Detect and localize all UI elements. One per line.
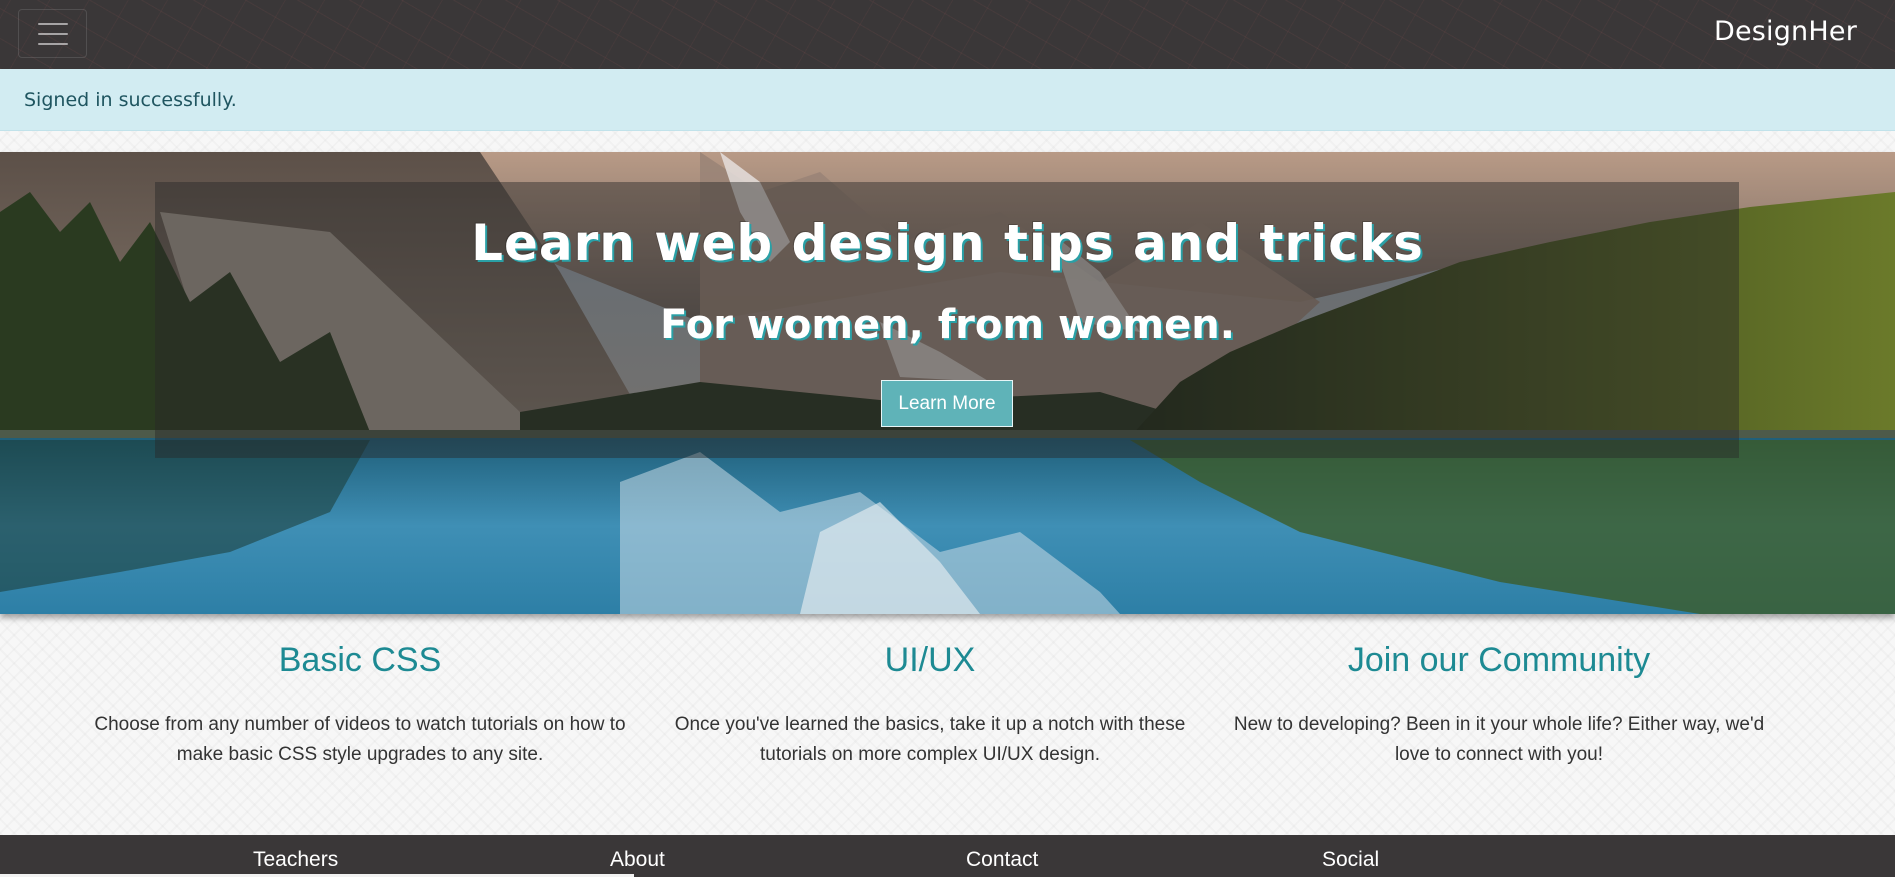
feature-basic-css: Basic CSS Choose from any number of vide… xyxy=(80,641,640,770)
learn-more-button[interactable]: Learn More xyxy=(881,380,1013,427)
hero-title: Learn web design tips and tricks xyxy=(471,214,1424,272)
hamburger-icon-bar xyxy=(37,42,68,45)
navbar: DesignHer xyxy=(0,0,1895,69)
hero-subtitle: For women, from women. xyxy=(660,302,1235,348)
flash-alert: Signed in successfully. xyxy=(0,69,1895,131)
footer-link-teachers[interactable]: Teachers xyxy=(253,848,338,872)
feature-title: UI/UX xyxy=(884,641,976,679)
footer-link-contact[interactable]: Contact xyxy=(966,848,1038,872)
feature-text: New to developing? Been in it your whole… xyxy=(1233,714,1765,765)
feature-text: Once you've learned the basics, take it … xyxy=(674,714,1186,765)
hamburger-icon-bar xyxy=(37,22,68,25)
brand-logo[interactable]: DesignHer xyxy=(1714,16,1857,47)
footer-link-social[interactable]: Social xyxy=(1322,848,1379,872)
feature-title: Join our Community xyxy=(1347,641,1651,679)
feature-community: Join our Community New to developing? Be… xyxy=(1219,641,1779,770)
feature-title: Basic CSS xyxy=(278,641,442,679)
feature-ui-ux: UI/UX Once you've learned the basics, ta… xyxy=(650,641,1210,770)
hamburger-icon-bar xyxy=(37,32,68,35)
hamburger-menu-button[interactable] xyxy=(18,9,87,58)
feature-text: Choose from any number of videos to watc… xyxy=(94,714,626,765)
hero-banner: Learn web design tips and tricks For wom… xyxy=(0,152,1895,614)
footer-link-about[interactable]: About xyxy=(610,848,665,872)
footer: Teachers About Contact Social xyxy=(0,835,1895,877)
